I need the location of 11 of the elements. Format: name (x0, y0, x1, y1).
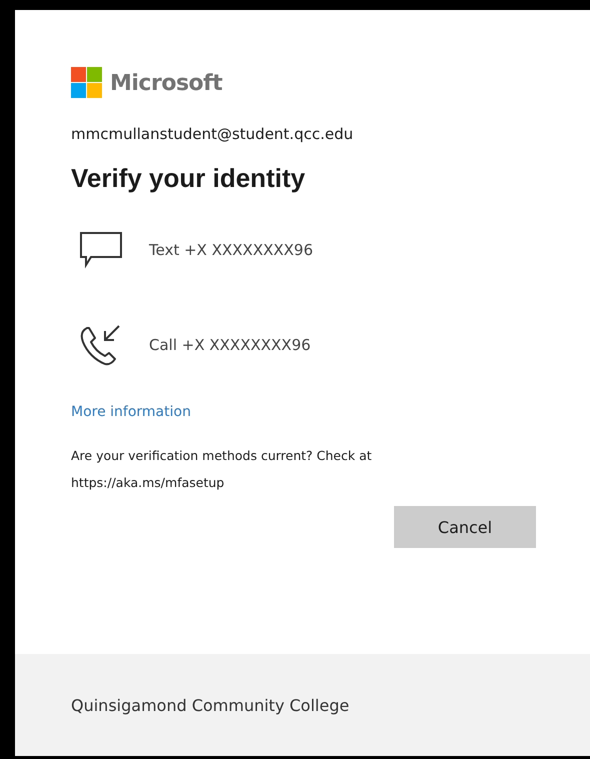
verification-option[interactable]: Text +X XXXXXXXX96 (149, 240, 314, 258)
microsoft-logo-icon (71, 67, 103, 99)
account-email: mmcmullanstudent@student.qcc.edu (71, 125, 354, 143)
page-title: Verify your identity (71, 163, 306, 194)
organization-name: Quinsigamond Community College (71, 696, 350, 714)
more-information-link[interactable]: More information (71, 404, 191, 420)
speech-bubble-icon (79, 230, 123, 268)
cancel-button[interactable]: Cancel (394, 506, 536, 548)
verification-option[interactable]: Call +X XXXXXXXX96 (149, 336, 311, 354)
verification-note: Are your verification methods current? Check at https://aka.ms/mfasetup (71, 447, 373, 492)
brand-name: Microsoft (110, 70, 222, 96)
